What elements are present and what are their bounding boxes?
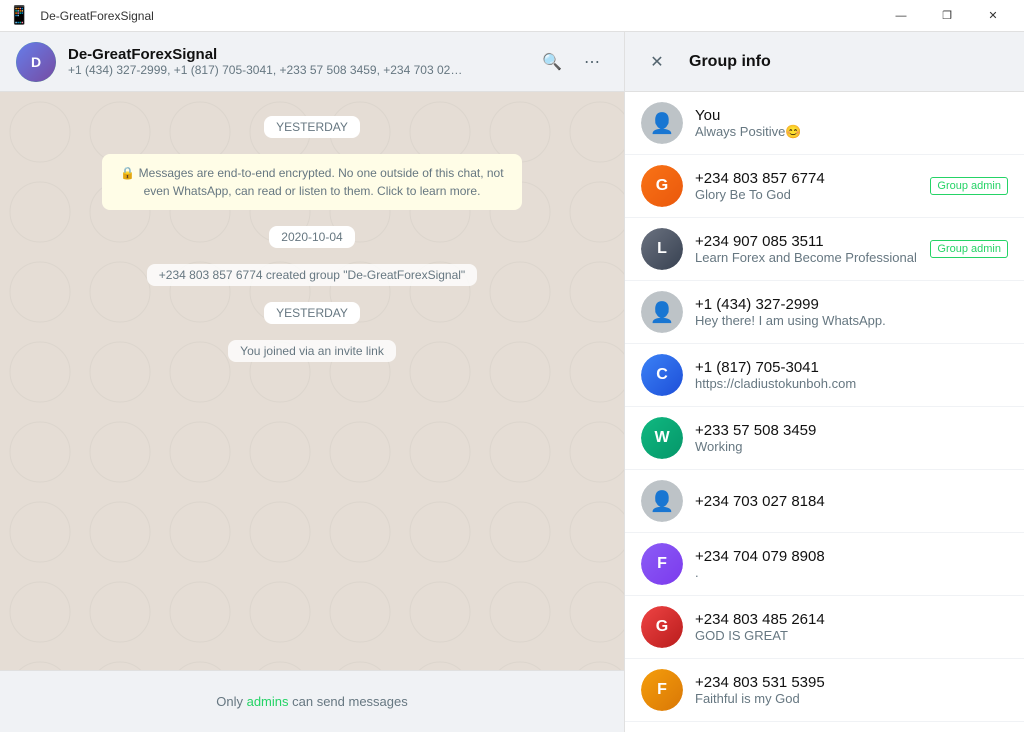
system-message[interactable]: 🔒 Messages are end-to-end encrypted. No … xyxy=(102,154,522,210)
member-item[interactable]: G +234 803 485 2614 GOD IS GREAT xyxy=(625,596,1024,659)
member-info: +234 703 027 8184 xyxy=(695,493,1008,510)
member-status: Hey there! I am using WhatsApp. xyxy=(695,313,1008,328)
member-item[interactable]: C +1 (817) 705-3041 https://cladiustokun… xyxy=(625,344,1024,407)
member-info: You Always Positive😊 xyxy=(695,107,1008,140)
chat-header-info: De-GreatForexSignal +1 (434) 327-2999, +… xyxy=(68,46,524,77)
member-name: +234 803 857 6774 xyxy=(695,170,918,187)
group-admin-badge: Group admin xyxy=(930,240,1008,258)
member-status: Faithful is my God xyxy=(695,691,1008,706)
window-controls: — ❐ ✕ xyxy=(878,0,1016,32)
chat-header: D De-GreatForexSignal +1 (434) 327-2999,… xyxy=(0,32,624,92)
group-info-members: 👤 You Always Positive😊 G +234 803 857 67… xyxy=(625,92,1024,732)
member-info: +1 (434) 327-2999 Hey there! I am using … xyxy=(695,296,1008,328)
chat-input-notice: Only admins can send messages xyxy=(16,694,608,709)
member-name: +234 803 485 2614 xyxy=(695,611,1008,628)
event-message-created: +234 803 857 6774 created group "De-Grea… xyxy=(147,264,477,286)
member-status: Working xyxy=(695,439,1008,454)
group-info-header: ✕ Group info xyxy=(625,32,1024,92)
admins-link[interactable]: admins xyxy=(247,694,289,709)
titlebar: 📱 De-GreatForexSignal — ❐ ✕ xyxy=(0,0,1024,32)
group-avatar[interactable]: D xyxy=(16,42,56,82)
member-avatar: 👤 xyxy=(641,480,683,522)
member-avatar: G xyxy=(641,606,683,648)
close-group-info-button[interactable]: ✕ xyxy=(641,46,673,78)
member-item[interactable]: F +234 803 531 5395 Faithful is my God xyxy=(625,659,1024,722)
main-container: D De-GreatForexSignal +1 (434) 327-2999,… xyxy=(0,32,1024,732)
member-item[interactable]: 👤 +1 (434) 327-2999 Hey there! I am usin… xyxy=(625,281,1024,344)
chat-panel: D De-GreatForexSignal +1 (434) 327-2999,… xyxy=(0,32,624,732)
more-members-button[interactable]: ▾ 44 more xyxy=(625,722,1024,732)
member-info: +234 803 531 5395 Faithful is my God xyxy=(695,674,1008,706)
date-badge-yesterday: YESTERDAY xyxy=(264,116,360,138)
member-avatar: L xyxy=(641,228,683,270)
member-item[interactable]: L +234 907 085 3511 Learn Forex and Beco… xyxy=(625,218,1024,281)
member-status: GOD IS GREAT xyxy=(695,628,1008,643)
member-info: +234 907 085 3511 Learn Forex and Become… xyxy=(695,233,918,265)
member-avatar: G xyxy=(641,165,683,207)
member-avatar: F xyxy=(641,543,683,585)
member-info: +234 803 857 6774 Glory Be To God xyxy=(695,170,918,202)
member-item[interactable]: G +234 803 857 6774 Glory Be To God Grou… xyxy=(625,155,1024,218)
member-name: +234 803 531 5395 xyxy=(695,674,1008,691)
app-icon: 📱 xyxy=(8,5,30,26)
member-item[interactable]: W +233 57 508 3459 Working xyxy=(625,407,1024,470)
group-info-panel: ✕ Group info 👤 You Always Positive😊 G xyxy=(624,32,1024,732)
member-name: You xyxy=(695,107,1008,124)
member-item[interactable]: F +234 704 079 8908 . xyxy=(625,533,1024,596)
minimize-button[interactable]: — xyxy=(878,0,924,32)
titlebar-title: De-GreatForexSignal xyxy=(36,9,878,23)
member-status: https://cladiustokunboh.com xyxy=(695,376,1008,391)
member-name: +234 703 027 8184 xyxy=(695,493,1008,510)
member-item[interactable]: 👤 +234 703 027 8184 xyxy=(625,470,1024,533)
member-status: . xyxy=(695,565,1008,580)
member-info: +233 57 508 3459 Working xyxy=(695,422,1008,454)
maximize-button[interactable]: ❐ xyxy=(924,0,970,32)
member-name: +1 (434) 327-2999 xyxy=(695,296,1008,313)
member-status: Learn Forex and Become Professional xyxy=(695,250,918,265)
member-avatar: F xyxy=(641,669,683,711)
member-avatar: 👤 xyxy=(641,291,683,333)
close-button[interactable]: ✕ xyxy=(970,0,1016,32)
group-info-title: Group info xyxy=(689,53,771,71)
chat-messages: YESTERDAY 🔒 Messages are end-to-end encr… xyxy=(0,92,624,670)
member-avatar: W xyxy=(641,417,683,459)
chat-input-bar: Only admins can send messages xyxy=(0,670,624,732)
member-name: +233 57 508 3459 xyxy=(695,422,1008,439)
chat-header-actions: 🔍 ⋯ xyxy=(536,46,608,78)
chat-name[interactable]: De-GreatForexSignal xyxy=(68,46,524,63)
event-message-joined: You joined via an invite link xyxy=(228,340,396,362)
member-avatar: C xyxy=(641,354,683,396)
date-badge-2020: 2020-10-04 xyxy=(269,226,354,248)
member-status: Glory Be To God xyxy=(695,187,918,202)
member-name: +1 (817) 705-3041 xyxy=(695,359,1008,376)
menu-button[interactable]: ⋯ xyxy=(576,46,608,78)
group-admin-badge: Group admin xyxy=(930,177,1008,195)
member-name: +234 704 079 8908 xyxy=(695,548,1008,565)
member-avatar: 👤 xyxy=(641,102,683,144)
member-item[interactable]: 👤 You Always Positive😊 xyxy=(625,92,1024,155)
member-info: +1 (817) 705-3041 https://cladiustokunbo… xyxy=(695,359,1008,391)
member-name: +234 907 085 3511 xyxy=(695,233,918,250)
search-button[interactable]: 🔍 xyxy=(536,46,568,78)
date-badge-yesterday2: YESTERDAY xyxy=(264,302,360,324)
member-status: Always Positive😊 xyxy=(695,124,1008,140)
chat-subtitle: +1 (434) 327-2999, +1 (817) 705-3041, +2… xyxy=(68,63,468,77)
member-info: +234 803 485 2614 GOD IS GREAT xyxy=(695,611,1008,643)
member-info: +234 704 079 8908 . xyxy=(695,548,1008,580)
